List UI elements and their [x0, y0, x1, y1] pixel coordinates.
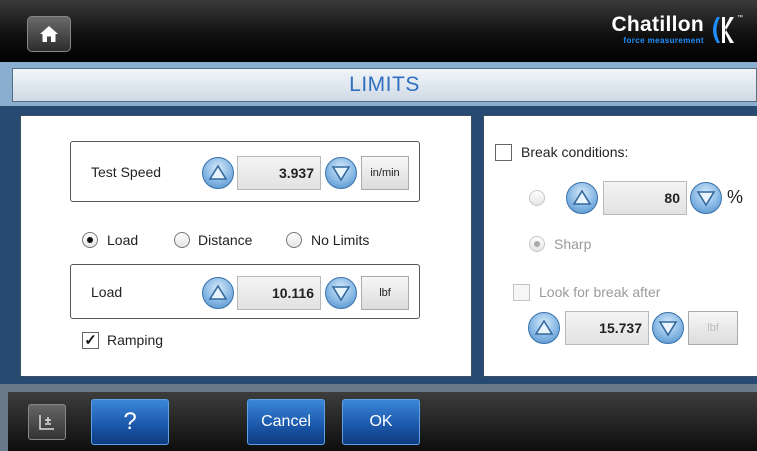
chatillon-logo: Chatillon force measurement ™	[611, 13, 743, 46]
break-conditions-label[interactable]: Break conditions:	[521, 144, 628, 160]
test-speed-unit-button[interactable]: in/min	[361, 156, 409, 190]
distance-radio-label[interactable]: Distance	[198, 232, 252, 248]
sharp-label[interactable]: Sharp	[554, 236, 591, 252]
triangle-down-icon	[696, 191, 716, 207]
break-after-value[interactable]: 15.737	[565, 311, 649, 345]
list-icon	[39, 415, 54, 430]
content-area: LIMITS Test Speed 3.937 in/min Load Dist…	[0, 62, 757, 384]
no-limits-radio-label[interactable]: No Limits	[311, 232, 369, 248]
list-menu-button[interactable]	[28, 404, 66, 440]
home-button[interactable]	[27, 16, 71, 52]
percent-decrease-button[interactable]	[690, 182, 722, 214]
home-icon	[40, 26, 58, 42]
brand-name: Chatillon	[611, 13, 704, 36]
break-after-decrease-button[interactable]	[652, 312, 684, 344]
brand-mark-icon: ™	[708, 15, 743, 45]
ok-button[interactable]: OK	[342, 399, 420, 445]
triangle-down-icon	[331, 166, 351, 182]
look-for-break-checkbox[interactable]	[513, 284, 530, 301]
percent-increase-button[interactable]	[566, 182, 598, 214]
limits-settings-panel: Test Speed 3.937 in/min Load Distance No…	[20, 115, 472, 377]
test-speed-increase-button[interactable]	[202, 157, 234, 189]
sharp-radio[interactable]	[529, 236, 545, 252]
percent-unit: %	[727, 187, 744, 207]
help-button[interactable]: ?	[91, 399, 169, 445]
brand-tagline: force measurement	[623, 36, 704, 45]
triangle-down-icon	[331, 286, 351, 302]
load-radio[interactable]	[82, 232, 98, 248]
test-speed-group: Test Speed 3.937 in/min	[70, 141, 420, 202]
top-header-bar: Chatillon force measurement ™	[0, 0, 757, 62]
distance-radio[interactable]	[174, 232, 190, 248]
look-for-break-label[interactable]: Look for break after	[539, 284, 660, 300]
test-speed-label: Test Speed	[91, 164, 162, 180]
break-conditions-panel: Break conditions: 80 % Sharp Look for br…	[483, 115, 757, 377]
ramping-label[interactable]: Ramping	[107, 332, 163, 348]
break-conditions-checkbox[interactable]	[495, 144, 512, 161]
no-limits-radio[interactable]	[286, 232, 302, 248]
triangle-up-icon	[534, 319, 554, 335]
percent-radio[interactable]	[529, 190, 545, 206]
page-title: LIMITS	[12, 68, 757, 102]
load-label: Load	[91, 284, 123, 300]
cancel-button[interactable]: Cancel	[247, 399, 325, 445]
trademark-symbol: ™	[737, 14, 743, 21]
load-group: Load 10.116 lbf	[70, 264, 420, 319]
break-after-unit-button[interactable]: lbf	[688, 311, 738, 345]
load-decrease-button[interactable]	[325, 277, 357, 309]
load-radio-label[interactable]: Load	[107, 232, 138, 248]
load-unit-button[interactable]: lbf	[361, 276, 409, 310]
test-speed-value[interactable]: 3.937	[237, 156, 321, 190]
test-speed-decrease-button[interactable]	[325, 157, 357, 189]
ramping-checkbox[interactable]: ✓	[82, 332, 99, 349]
percent-value[interactable]: 80	[603, 181, 687, 215]
break-after-increase-button[interactable]	[528, 312, 560, 344]
triangle-up-icon	[572, 189, 592, 205]
triangle-up-icon	[208, 284, 228, 300]
triangle-up-icon	[208, 164, 228, 180]
load-increase-button[interactable]	[202, 277, 234, 309]
load-value[interactable]: 10.116	[237, 276, 321, 310]
triangle-down-icon	[658, 321, 678, 337]
